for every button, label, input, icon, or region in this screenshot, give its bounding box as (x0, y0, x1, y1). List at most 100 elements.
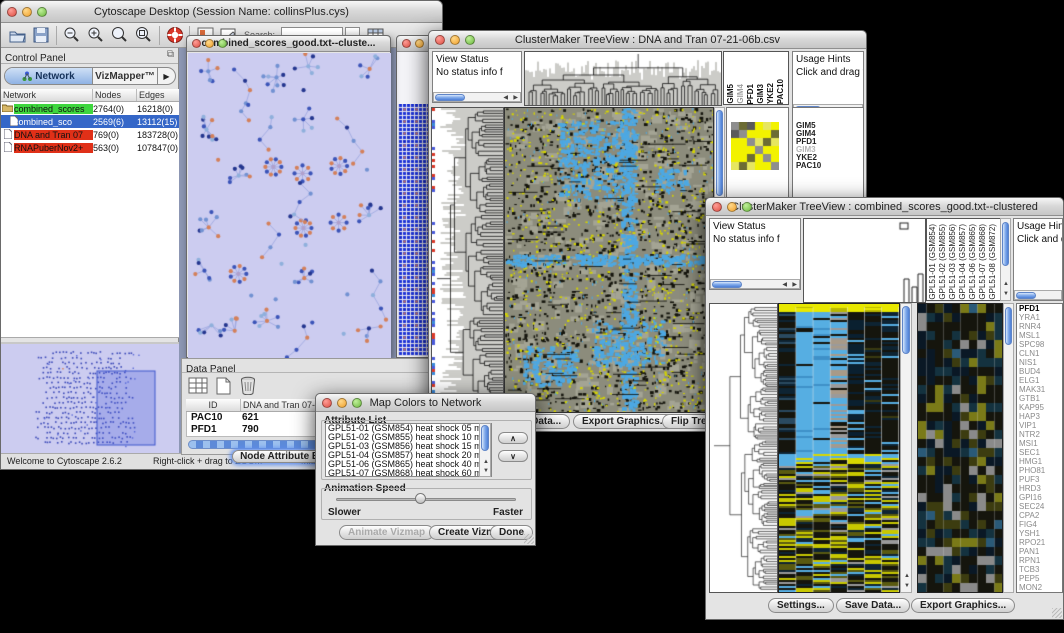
network-row[interactable]: RNAPuberNov2+ 563(0) 107847(0) (1, 141, 179, 154)
gene-label[interactable]: GIM5 (796, 122, 863, 130)
close-icon[interactable] (192, 39, 201, 48)
scroll-down-icon[interactable]: ▼ (1003, 290, 1009, 298)
column-label[interactable]: GIM3 (756, 84, 766, 104)
tab-vizmapper[interactable]: VizMapper™ (93, 68, 157, 84)
zoom-window-icon[interactable] (37, 7, 47, 17)
scroll-left-icon[interactable]: ◀ (782, 281, 787, 289)
gene-label[interactable]: MSI1 (1019, 439, 1062, 448)
gene-label[interactable]: GTB1 (1019, 394, 1062, 403)
attribute-list-scrollbar[interactable]: ▲ ▼ (479, 423, 491, 477)
gene-label[interactable]: ELG1 (1019, 376, 1062, 385)
float-panel-icon[interactable]: ⧉ (167, 49, 174, 60)
gene-label[interactable]: BUD4 (1019, 367, 1062, 376)
animate-vizmap-button[interactable]: Animate Vizmap (339, 525, 434, 540)
gene-label[interactable]: YSH1 (1019, 529, 1062, 538)
attribute-item[interactable]: GPL51-07 (GSM868) heat shock 60 min (328, 469, 491, 477)
speed-slider-track[interactable] (336, 498, 516, 501)
gene-label[interactable]: NIS1 (1019, 358, 1062, 367)
gene-label[interactable]: NTR2 (1019, 430, 1062, 439)
column-label[interactable]: PAC10 (776, 79, 786, 104)
global-heatmap-canvas[interactable] (778, 303, 900, 593)
gene-label[interactable]: HMG1 (1019, 457, 1062, 466)
gene-label[interactable]: HAP3 (1019, 412, 1062, 421)
col-id[interactable]: ID (186, 399, 241, 411)
gene-label[interactable]: SPC98 (1019, 340, 1062, 349)
usage-hints-scrollbar[interactable] (1014, 290, 1062, 300)
gene-label[interactable]: RNR4 (1019, 322, 1062, 331)
treeview1-titlebar[interactable]: ClusterMaker TreeView : DNA and Tran 07-… (429, 31, 866, 49)
column-label[interactable]: GIM4 (736, 84, 746, 104)
col-nodes[interactable]: Nodes (93, 89, 137, 101)
tab-overflow-button[interactable]: ▶ (157, 68, 175, 84)
network-row[interactable]: combined_scores 2764(0) 16218(0) (1, 102, 179, 115)
minimize-icon[interactable] (450, 35, 460, 45)
gene-label[interactable]: PUF3 (1019, 475, 1062, 484)
gene-label[interactable]: KAP95 (1019, 403, 1062, 412)
birds-eye-view[interactable] (1, 342, 179, 455)
network-row[interactable]: combined_sco 2569(6) 13112(15) (1, 115, 179, 128)
column-dendrogram-canvas[interactable] (524, 51, 722, 106)
zoom-window-icon[interactable] (352, 398, 362, 408)
gene-label[interactable]: RPN1 (1019, 556, 1062, 565)
view-status-scrollbar[interactable]: ◀ ▶ (433, 92, 521, 102)
gene-label[interactable]: GPI16 (1019, 493, 1062, 502)
zoom-selected-icon[interactable] (135, 26, 153, 44)
column-label[interactable]: GPL51-03 (GSM856) (948, 224, 958, 300)
column-label[interactable]: PFD1 (746, 84, 756, 104)
scroll-right-icon[interactable]: ▶ (792, 281, 797, 289)
gene-label[interactable]: FIG4 (1019, 520, 1062, 529)
network-window-1-titlebar[interactable]: combined_scores_good.txt--cluste... (187, 36, 390, 52)
row-dendrogram-canvas[interactable] (431, 107, 504, 413)
gene-label[interactable]: YKE2 (796, 154, 863, 162)
gene-label[interactable]: MON2 (1019, 583, 1062, 592)
gene-label[interactable]: PAN1 (1019, 547, 1062, 556)
main-titlebar[interactable]: Cytoscape Desktop (Session Name: collins… (1, 1, 442, 23)
zoom-in-icon[interactable] (87, 26, 105, 44)
gene-label[interactable]: PFD1 (1019, 304, 1062, 313)
save-icon[interactable] (33, 27, 49, 43)
gene-label[interactable]: PHO81 (1019, 466, 1062, 475)
treeview2-titlebar[interactable]: ClusterMaker TreeView : combined_scores_… (706, 198, 1063, 216)
minimize-icon[interactable] (727, 202, 737, 212)
zoom-window-icon[interactable] (218, 39, 227, 48)
save-data-button[interactable]: Save Data... (836, 598, 910, 613)
gene-label[interactable]: SEC24 (1019, 502, 1062, 511)
column-label[interactable]: GPL51-06 (GSM865) (968, 224, 978, 300)
resize-grip[interactable] (524, 534, 534, 544)
network-row[interactable]: DNA and Tran 07 769(0) 183728(0) (1, 128, 179, 141)
scroll-up-icon[interactable]: ▲ (904, 572, 910, 580)
new-document-icon[interactable] (214, 377, 232, 395)
column-label[interactable]: GPL51-07 (GSM868) (978, 224, 988, 300)
zoom-heatmap-canvas[interactable] (731, 122, 779, 170)
zoom-window-icon[interactable] (742, 202, 752, 212)
heatmap-vscrollbar[interactable]: ▲ ▼ (900, 303, 912, 593)
minimize-icon[interactable] (337, 398, 347, 408)
column-label[interactable]: YKE2 (766, 83, 776, 104)
scroll-left-icon[interactable]: ◀ (503, 94, 508, 102)
col-network[interactable]: Network (1, 89, 93, 101)
zoom-window-icon[interactable] (465, 35, 475, 45)
move-up-button[interactable]: ∧ (498, 432, 528, 444)
resize-grip[interactable] (1052, 608, 1062, 618)
zoom-fit-icon[interactable] (111, 26, 129, 44)
birds-eye-canvas[interactable] (1, 344, 179, 455)
column-label[interactable]: GPL51-08 (GSM872) (988, 224, 998, 300)
gene-label[interactable]: CLN1 (1019, 349, 1062, 358)
close-icon[interactable] (7, 7, 17, 17)
gene-label[interactable]: SEC1 (1019, 448, 1062, 457)
minimize-icon[interactable] (415, 39, 424, 48)
gene-label[interactable]: MAK31 (1019, 385, 1062, 394)
global-heatmap-canvas[interactable] (504, 107, 714, 413)
column-labels-scrollbar[interactable]: ▲ ▼ (1000, 218, 1011, 301)
network-view-canvas[interactable] (188, 53, 391, 358)
gene-label[interactable]: RPO21 (1019, 538, 1062, 547)
export-graphics-button[interactable]: Export Graphics... (911, 598, 1015, 613)
attribute-list[interactable]: GPL51-01 (GSM854) heat shock 05 minGPL51… (325, 423, 492, 477)
col-edges[interactable]: Edges (137, 89, 179, 101)
trash-icon[interactable] (240, 376, 256, 395)
settings-button[interactable]: Settings... (768, 598, 834, 613)
speed-slider-thumb[interactable] (415, 493, 426, 504)
scroll-up-icon[interactable]: ▲ (1003, 280, 1009, 288)
scroll-up-icon[interactable]: ▲ (483, 458, 489, 466)
gene-label[interactable]: YRA1 (1019, 313, 1062, 322)
